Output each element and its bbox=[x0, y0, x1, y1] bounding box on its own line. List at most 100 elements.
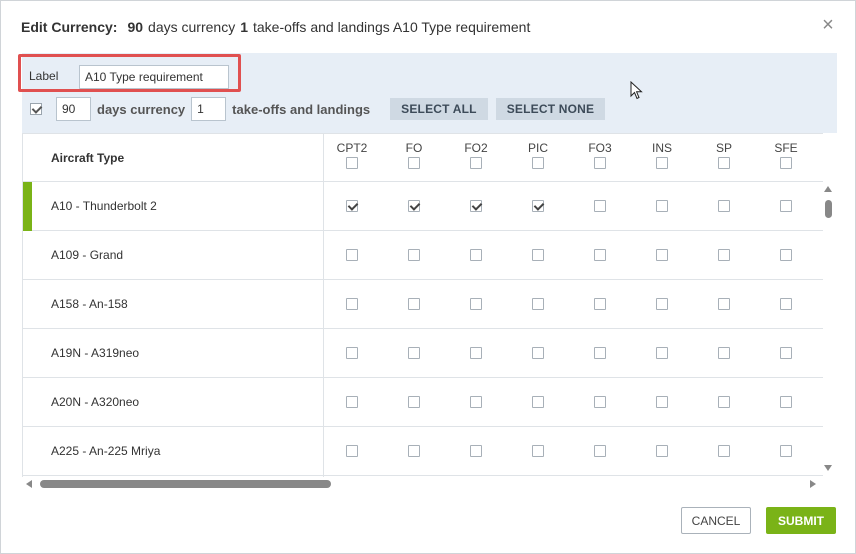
scroll-left-icon[interactable] bbox=[26, 480, 32, 488]
row-checkbox-fo[interactable] bbox=[408, 249, 420, 261]
column-checkbox-fo2[interactable] bbox=[470, 157, 482, 169]
scroll-up-icon[interactable] bbox=[824, 186, 832, 192]
aircraft-type-name: A19N - A319neo bbox=[51, 346, 140, 360]
vertical-scroll-thumb[interactable] bbox=[825, 200, 832, 218]
row-checkbox-sp[interactable] bbox=[718, 200, 730, 212]
row-checkbox-sfe[interactable] bbox=[780, 396, 792, 408]
submit-button[interactable]: SUBMIT bbox=[766, 507, 836, 534]
row-checkbox-cpt2[interactable] bbox=[346, 396, 358, 408]
table-row[interactable]: A158 - An-158 bbox=[23, 280, 823, 329]
column-checkbox-sp[interactable] bbox=[718, 157, 730, 169]
row-checkbox-fo[interactable] bbox=[408, 396, 420, 408]
table-row[interactable]: A10 - Thunderbolt 2 bbox=[23, 182, 823, 231]
label-caption: Label bbox=[29, 69, 59, 83]
row-checkbox-pic[interactable] bbox=[532, 249, 544, 261]
row-checkbox-cpt2[interactable] bbox=[346, 200, 358, 212]
row-checkbox-ins[interactable] bbox=[656, 347, 668, 359]
selected-row-marker bbox=[23, 182, 32, 231]
row-checkbox-fo2[interactable] bbox=[470, 347, 482, 359]
row-checkbox-fo2[interactable] bbox=[470, 298, 482, 310]
select-all-button[interactable]: SELECT ALL bbox=[390, 98, 488, 120]
row-checkbox-sp[interactable] bbox=[718, 347, 730, 359]
label-input[interactable] bbox=[79, 65, 229, 89]
column-header-pic: PIC bbox=[513, 141, 563, 171]
row-checkbox-fo2[interactable] bbox=[470, 445, 482, 457]
row-checkbox-ins[interactable] bbox=[656, 445, 668, 457]
row-checkbox-cpt2[interactable] bbox=[346, 445, 358, 457]
row-checkbox-fo3[interactable] bbox=[594, 200, 606, 212]
column-header-cpt2: CPT2 bbox=[327, 141, 377, 171]
mouse-cursor-icon bbox=[630, 81, 643, 100]
cancel-button[interactable]: CANCEL bbox=[681, 507, 751, 534]
column-checkbox-ins[interactable] bbox=[656, 157, 668, 169]
table-row[interactable]: A225 - An-225 Mriya bbox=[23, 427, 823, 476]
row-checkbox-fo[interactable] bbox=[408, 200, 420, 212]
aircraft-type-table: Aircraft Type CPT2 FO FO2 PIC FO3 INS SP… bbox=[22, 133, 837, 477]
row-checkbox-fo2[interactable] bbox=[470, 396, 482, 408]
row-checkbox-pic[interactable] bbox=[532, 396, 544, 408]
enabled-checkbox[interactable] bbox=[30, 103, 42, 115]
select-none-button[interactable]: SELECT NONE bbox=[495, 98, 606, 120]
row-checkbox-ins[interactable] bbox=[656, 298, 668, 310]
table-row[interactable]: A20N - A320neo bbox=[23, 378, 823, 427]
aircraft-type-name: A20N - A320neo bbox=[51, 395, 140, 409]
row-checkbox-cpt2[interactable] bbox=[346, 347, 358, 359]
takeoffs-landings-label: take-offs and landings bbox=[232, 101, 371, 117]
row-checkbox-cpt2[interactable] bbox=[346, 298, 358, 310]
horizontal-scrollbar[interactable] bbox=[22, 477, 822, 491]
scroll-down-icon[interactable] bbox=[824, 465, 832, 471]
row-checkbox-sp[interactable] bbox=[718, 445, 730, 457]
edit-currency-dialog: Edit Currency: 90 days currency 1 take-o… bbox=[0, 0, 856, 554]
row-checkbox-pic[interactable] bbox=[532, 347, 544, 359]
column-header-sfe: SFE bbox=[761, 141, 811, 171]
row-checkbox-fo2[interactable] bbox=[470, 200, 482, 212]
row-checkbox-pic[interactable] bbox=[532, 200, 544, 212]
table-row[interactable]: A19N - A319neo bbox=[23, 329, 823, 378]
title-days-text: days currency bbox=[148, 19, 236, 35]
row-checkbox-sp[interactable] bbox=[718, 396, 730, 408]
column-checkbox-pic[interactable] bbox=[532, 157, 544, 169]
row-checkbox-pic[interactable] bbox=[532, 445, 544, 457]
table-header: Aircraft Type CPT2 FO FO2 PIC FO3 INS SP… bbox=[23, 133, 823, 182]
row-checkbox-ins[interactable] bbox=[656, 249, 668, 261]
label-highlight-box: Label bbox=[18, 54, 241, 92]
row-checkbox-fo3[interactable] bbox=[594, 445, 606, 457]
row-checkbox-sp[interactable] bbox=[718, 249, 730, 261]
row-checkbox-ins[interactable] bbox=[656, 396, 668, 408]
row-checkbox-sfe[interactable] bbox=[780, 200, 792, 212]
row-checkbox-ins[interactable] bbox=[656, 200, 668, 212]
aircraft-type-name: A10 - Thunderbolt 2 bbox=[51, 199, 157, 213]
horizontal-scroll-thumb[interactable] bbox=[40, 480, 331, 488]
row-checkbox-pic[interactable] bbox=[532, 298, 544, 310]
row-checkbox-sfe[interactable] bbox=[780, 445, 792, 457]
column-header-fo: FO bbox=[389, 141, 439, 171]
row-checkbox-sfe[interactable] bbox=[780, 347, 792, 359]
column-header-sp: SP bbox=[699, 141, 749, 171]
row-checkbox-sfe[interactable] bbox=[780, 249, 792, 261]
column-checkbox-fo[interactable] bbox=[408, 157, 420, 169]
days-input[interactable] bbox=[56, 97, 91, 121]
column-checkbox-sfe[interactable] bbox=[780, 157, 792, 169]
row-checkbox-fo3[interactable] bbox=[594, 249, 606, 261]
column-checkbox-cpt2[interactable] bbox=[346, 157, 358, 169]
table-row[interactable]: A109 - Grand bbox=[23, 231, 823, 280]
row-checkbox-fo[interactable] bbox=[408, 298, 420, 310]
row-checkbox-fo2[interactable] bbox=[470, 249, 482, 261]
days-currency-label: days currency bbox=[97, 101, 186, 117]
close-icon[interactable]: × bbox=[819, 15, 837, 35]
column-checkbox-fo3[interactable] bbox=[594, 157, 606, 169]
row-checkbox-fo[interactable] bbox=[408, 445, 420, 457]
row-checkbox-fo3[interactable] bbox=[594, 347, 606, 359]
row-checkbox-fo3[interactable] bbox=[594, 298, 606, 310]
row-checkbox-cpt2[interactable] bbox=[346, 249, 358, 261]
column-divider bbox=[323, 133, 324, 477]
row-checkbox-fo3[interactable] bbox=[594, 396, 606, 408]
count-input[interactable] bbox=[191, 97, 227, 121]
currency-row: days currency take-offs and landings SEL… bbox=[30, 96, 606, 122]
scroll-right-icon[interactable] bbox=[810, 480, 816, 488]
row-checkbox-fo[interactable] bbox=[408, 347, 420, 359]
row-checkbox-sp[interactable] bbox=[718, 298, 730, 310]
row-checkbox-sfe[interactable] bbox=[780, 298, 792, 310]
vertical-scrollbar[interactable] bbox=[821, 183, 837, 477]
title-count-text: take-offs and landings A10 Type requirem… bbox=[253, 19, 531, 35]
